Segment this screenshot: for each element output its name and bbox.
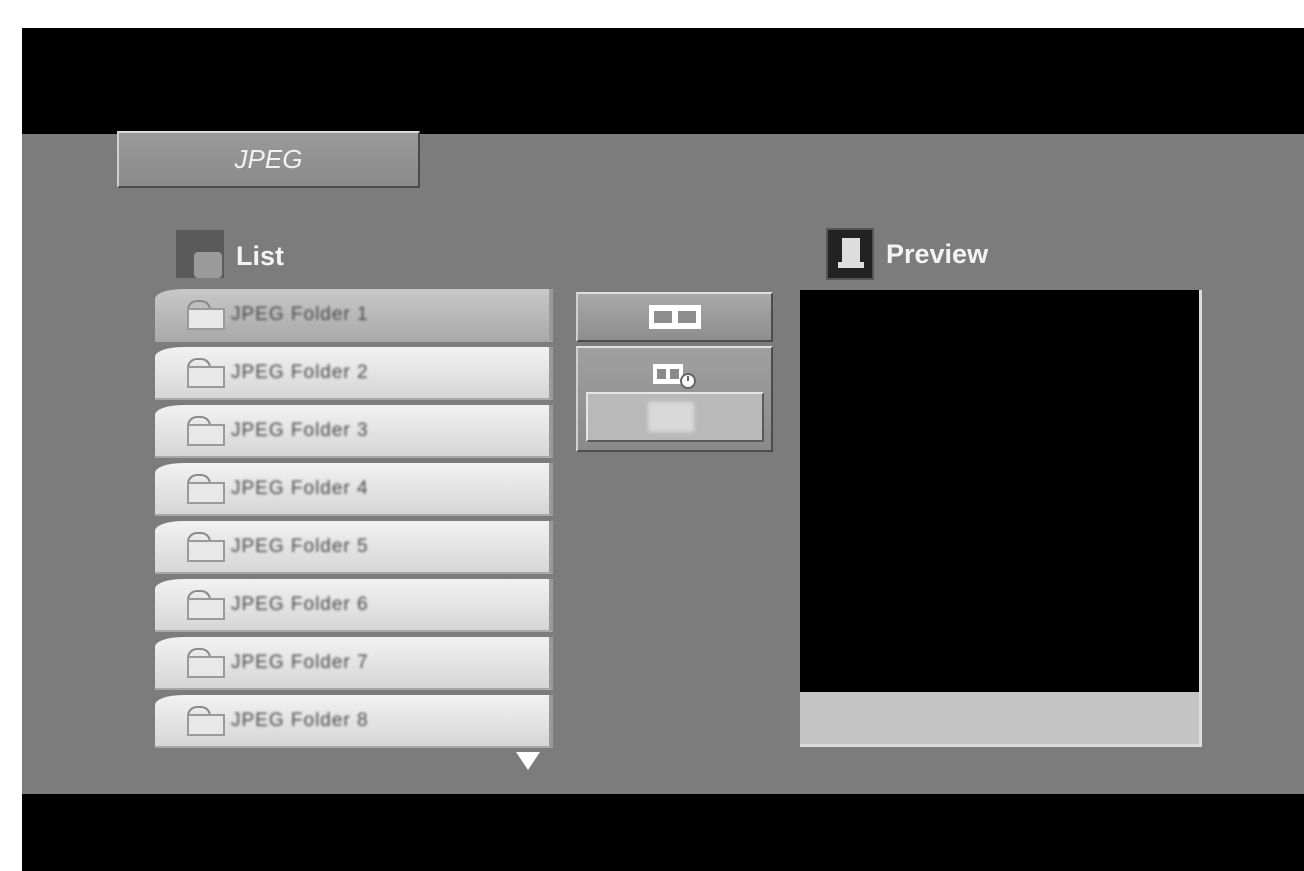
folder-icon xyxy=(187,415,225,446)
filmstrip-icon xyxy=(648,305,701,329)
list-title: List xyxy=(236,240,285,271)
preview-header: Preview xyxy=(826,228,988,280)
preview-info-bar xyxy=(800,692,1199,744)
folder-icon xyxy=(187,647,225,678)
speed-slider[interactable] xyxy=(586,392,764,442)
folder-icon xyxy=(187,473,225,504)
list-item[interactable]: JPEG Folder 7 xyxy=(155,637,553,690)
folder-stack-icon xyxy=(176,230,224,282)
list-item[interactable]: JPEG Folder 6 xyxy=(155,579,553,632)
scroll-down-icon[interactable] xyxy=(516,752,540,770)
list-item[interactable]: JPEG Folder 3 xyxy=(155,405,553,458)
list-item[interactable]: JPEG Folder 8 xyxy=(155,695,553,748)
preview-title: Preview xyxy=(886,238,989,269)
list-item[interactable]: JPEG Folder 4 xyxy=(155,463,553,516)
folder-icon xyxy=(187,299,225,330)
tab-jpeg[interactable]: JPEG xyxy=(117,131,420,188)
folder-list: JPEG Folder 1 JPEG Folder 2 JPEG Folder … xyxy=(155,289,553,753)
list-header: List xyxy=(176,230,284,282)
list-item[interactable]: JPEG Folder 5 xyxy=(155,521,553,574)
slideshow-button[interactable] xyxy=(576,292,773,342)
tab-label: JPEG xyxy=(234,144,303,174)
preview-pane xyxy=(800,290,1202,747)
folder-icon xyxy=(187,705,225,736)
list-item[interactable]: JPEG Folder 1 xyxy=(155,289,553,342)
folder-icon xyxy=(187,357,225,388)
filmstrip-timer-icon xyxy=(652,364,696,389)
slideshow-speed-control[interactable] xyxy=(576,346,773,452)
picture-icon xyxy=(826,228,874,280)
folder-icon xyxy=(187,589,225,620)
folder-icon xyxy=(187,531,225,562)
list-item[interactable]: JPEG Folder 2 xyxy=(155,347,553,400)
